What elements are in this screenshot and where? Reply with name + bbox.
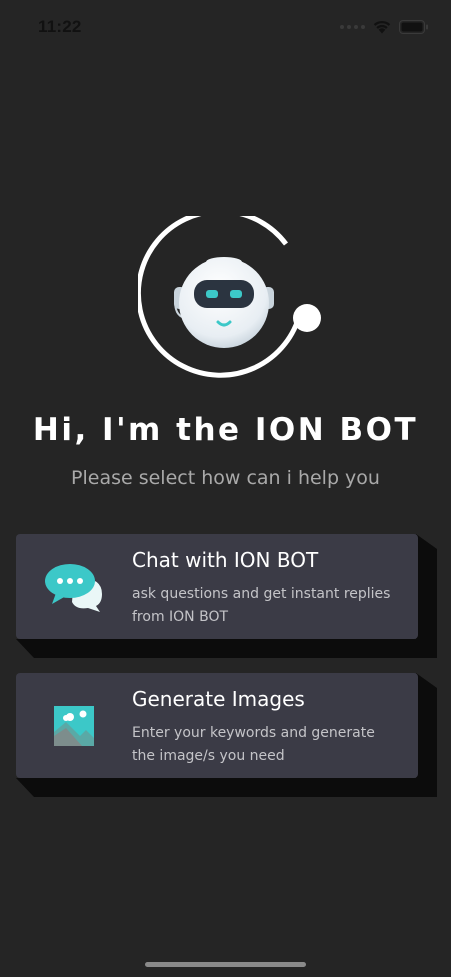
generate-images-button[interactable]: Generate Images Enter your keywords and …	[16, 673, 418, 778]
wifi-icon	[373, 20, 391, 34]
ion-bot-logo	[138, 216, 321, 378]
chat-bubbles-icon	[43, 556, 105, 618]
option-title: Chat with ION BOT	[132, 548, 319, 572]
page-subtitle: Please select how can i help you	[71, 467, 380, 489]
status-bar: 11:22	[0, 0, 451, 54]
option-title: Generate Images	[132, 687, 305, 711]
robot-icon	[174, 257, 274, 348]
status-time: 11:22	[38, 17, 82, 36]
status-icons	[340, 19, 429, 34]
option-description: ask questions and get instant replies fr…	[132, 586, 391, 625]
image-icon	[43, 695, 105, 757]
chat-with-ion-bot-button[interactable]: Chat with ION BOT ask questions and get …	[16, 534, 418, 639]
cellular-signal-icon	[340, 24, 365, 29]
home-indicator[interactable]	[145, 962, 306, 967]
option-description: Enter your keywords and generate the ima…	[132, 725, 375, 764]
page-title: Hi, I'm the ION BOT	[32, 412, 419, 448]
battery-icon	[399, 19, 428, 34]
